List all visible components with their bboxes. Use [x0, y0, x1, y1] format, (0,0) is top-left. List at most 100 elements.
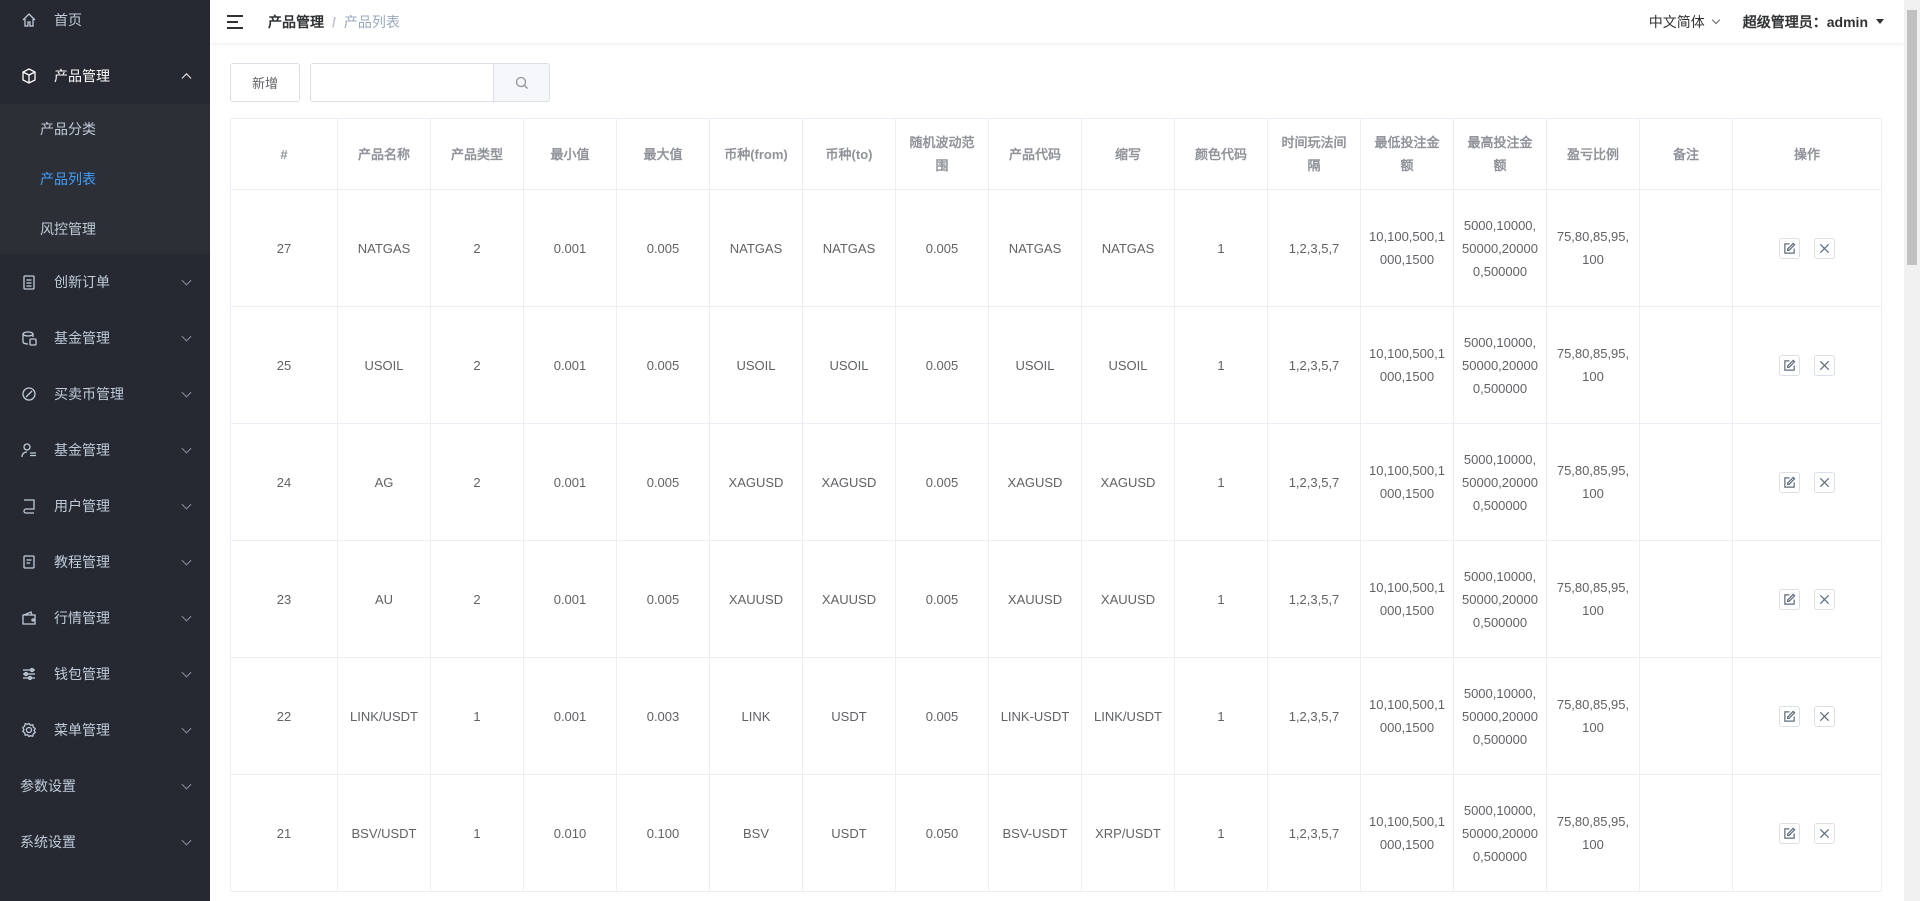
edit-icon [1784, 359, 1796, 371]
actions-cell [1732, 540, 1882, 658]
table-cell: 1 [1174, 306, 1268, 424]
table-row: 23 AU 2 0.001 0.005 XAUUSD XAUUSD 0.005 XAUUSD XA… [230, 540, 1882, 658]
scrollbar-thumb[interactable] [1907, 10, 1917, 265]
language-select[interactable]: 中文简体 [1649, 12, 1721, 32]
sidebar-item-1[interactable]: 产品管理 [0, 48, 210, 104]
delete-button[interactable] [1814, 237, 1835, 259]
caret-down-icon [1876, 19, 1884, 24]
home-icon [20, 11, 38, 29]
table-cell: USOIL [802, 306, 896, 424]
sidebar-item-3[interactable]: 基金管理 [0, 310, 210, 366]
edit-button[interactable] [1779, 822, 1800, 844]
sidebar-item-label: 产品管理 [54, 68, 110, 84]
edit-button[interactable] [1779, 471, 1800, 493]
delete-button[interactable] [1814, 588, 1835, 610]
sidebar-item-9[interactable]: 钱包管理 [0, 646, 210, 702]
user-menu[interactable]: 超级管理员：admin [1743, 12, 1884, 32]
sidebar-item-label: 钱包管理 [54, 666, 110, 682]
sidebar-item-5[interactable]: 基金管理 [0, 422, 210, 478]
close-icon [1819, 711, 1830, 721]
gear-icon [20, 721, 38, 739]
table-cell: 5000,10000,50000,200000,500000 [1453, 189, 1547, 307]
table-cell: 1 [1174, 189, 1268, 307]
sidebar-item-label: 买卖币管理 [54, 386, 124, 402]
close-icon [1819, 477, 1830, 487]
sidebar-item-11[interactable]: 参数设置 [0, 758, 210, 814]
table-cell: USDT [802, 774, 896, 892]
column-header: 最高投注金额 [1453, 118, 1547, 190]
table-cell [1639, 423, 1733, 541]
table-cell: 2 [430, 189, 524, 307]
search-button[interactable] [493, 63, 550, 102]
table-cell: 10,100,500,1000,1500 [1360, 423, 1454, 541]
table-cell: XAUUSD [988, 540, 1082, 658]
breadcrumb-parent[interactable]: 产品管理 [268, 14, 324, 30]
edit-button[interactable] [1779, 354, 1800, 376]
sidebar-item-7[interactable]: 教程管理 [0, 534, 210, 590]
edit-icon [1784, 476, 1796, 488]
table-row: 22 LINK/USDT 1 0.001 0.003 LINK USDT 0.005 LINK-… [230, 657, 1882, 775]
sidebar-item-12[interactable]: 系统设置 [0, 814, 210, 870]
table-cell: 22 [230, 657, 338, 775]
coin-icon [20, 385, 38, 403]
edit-button[interactable] [1779, 237, 1800, 259]
table-cell: XAGUSD [802, 423, 896, 541]
table-row: 25 USOIL 2 0.001 0.005 USOIL USOIL 0.005 USOIL US… [230, 306, 1882, 424]
table-cell [1639, 540, 1733, 658]
table-cell: USOIL [709, 306, 803, 424]
table-cell: 27 [230, 189, 338, 307]
chevron-down-icon [181, 779, 192, 790]
sidebar-item-8[interactable]: 行情管理 [0, 590, 210, 646]
table-cell: 0.005 [616, 189, 710, 307]
actions-cell [1732, 774, 1882, 892]
delete-button[interactable] [1814, 705, 1835, 727]
submenu-item[interactable]: 风控管理 [0, 204, 210, 254]
sidebar-item-2[interactable]: 创新订单 [0, 254, 210, 310]
table-cell: BSV [709, 774, 803, 892]
table-cell: 0.005 [895, 657, 989, 775]
table-cell: XAGUSD [988, 423, 1082, 541]
breadcrumb-current: 产品列表 [343, 13, 400, 30]
edit-icon [1784, 593, 1796, 605]
top-navbar: 产品管理 / 产品列表 中文简体 超级管理员：admin [210, 0, 1904, 43]
table-cell: USOIL [1081, 306, 1175, 424]
table-cell: LINK/USDT [337, 657, 431, 775]
search-group [310, 63, 550, 102]
edit-button[interactable] [1779, 588, 1800, 610]
table-cell: BSV-USDT [988, 774, 1082, 892]
table-cell: 10,100,500,1000,1500 [1360, 657, 1454, 775]
sidebar: 首页 产品管理 产品分类 产品列表 风控管理 创新订单 基金管理 买卖币管理 基金管理 用户管理教… [0, 0, 210, 901]
column-header: 操作 [1732, 118, 1882, 190]
table-cell: 75,80,85,95,100 [1546, 774, 1640, 892]
delete-button[interactable] [1814, 471, 1835, 493]
table-cell: 5000,10000,50000,200000,500000 [1453, 423, 1547, 541]
delete-button[interactable] [1814, 822, 1835, 844]
table-cell: XAUUSD [802, 540, 896, 658]
close-icon [1819, 828, 1830, 838]
sidebar-item-4[interactable]: 买卖币管理 [0, 366, 210, 422]
submenu-item[interactable]: 产品列表 [0, 154, 210, 204]
table-cell: 0.003 [616, 657, 710, 775]
delete-button[interactable] [1814, 354, 1835, 376]
page-scrollbar[interactable] [1904, 0, 1920, 901]
actions-cell [1732, 306, 1882, 424]
sidebar-item-0[interactable]: 首页 [0, 0, 210, 48]
table-row: 27 NATGAS 2 0.001 0.005 NATGAS NATGAS 0.005 NATG… [230, 189, 1882, 307]
sidebar-item-label: 参数设置 [20, 778, 76, 794]
edit-button[interactable] [1779, 705, 1800, 727]
table-cell: NATGAS [337, 189, 431, 307]
column-header: 备注 [1639, 118, 1733, 190]
table-cell: 1,2,3,5,7 [1267, 540, 1361, 658]
actions-cell [1732, 657, 1882, 775]
chevron-down-icon [181, 331, 192, 342]
table-cell: 1,2,3,5,7 [1267, 774, 1361, 892]
add-button[interactable]: 新增 [230, 63, 300, 102]
table-cell: 5000,10000,50000,200000,500000 [1453, 540, 1547, 658]
hamburger-toggle-icon[interactable] [227, 14, 243, 29]
sidebar-item-10[interactable]: 菜单管理 [0, 702, 210, 758]
table-cell: XAUUSD [709, 540, 803, 658]
submenu-item[interactable]: 产品分类 [0, 104, 210, 154]
search-input[interactable] [310, 63, 493, 102]
sidebar-item-6[interactable]: 用户管理 [0, 478, 210, 534]
table-cell: 0.001 [523, 306, 617, 424]
